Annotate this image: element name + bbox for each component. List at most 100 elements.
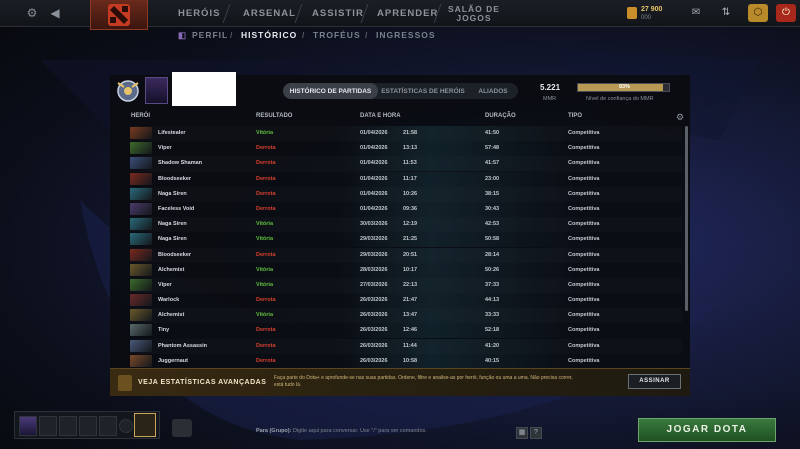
party-slot[interactable]	[99, 416, 117, 436]
mail-icon[interactable]: ✉	[686, 4, 706, 22]
table-row[interactable]: Tiny Derrota 26/03/2026 12:46 52:18 Competiti…	[130, 323, 682, 339]
party-slot-self[interactable]	[19, 416, 37, 436]
subnav-trophies[interactable]: TROFÉUS	[313, 30, 361, 40]
inventory-icon[interactable]: ⇅	[716, 4, 736, 22]
nav-learn-label: APRENDER	[377, 8, 439, 19]
table-row[interactable]: Bloodseeker Derrota 01/04/2026 11:17 23:00 Co…	[130, 171, 682, 187]
match-time: 11:53	[403, 160, 417, 167]
hero-name: Viper	[158, 145, 172, 152]
hero-name: Juggernaut	[158, 357, 188, 364]
table-row[interactable]: Bloodseeker Derrota 29/03/2026 20:51 28:14 Co…	[130, 247, 682, 263]
match-type: Competitiva	[568, 266, 600, 273]
hero-name: Alchemist	[158, 266, 185, 273]
nav-arcade[interactable]: SALÃO DE JOGOS	[448, 0, 500, 27]
tab-hero-stats[interactable]: ESTATÍSTICAS DE HERÓIS	[378, 83, 468, 99]
hero-name: Naga Siren	[158, 190, 187, 197]
nav-watch[interactable]: ASSISTIR	[312, 0, 364, 27]
match-type: Competitiva	[568, 160, 600, 167]
table-row[interactable]: Warlock Derrota 26/03/2026 21:47 44:13 Compet…	[130, 293, 682, 309]
column-header-type[interactable]: TIPO	[568, 113, 582, 119]
match-duration: 44:13	[485, 297, 500, 304]
match-date: 01/04/2026	[360, 205, 388, 212]
nav-heroes[interactable]: HERÓIS	[178, 0, 220, 27]
table-row[interactable]: Alchemist Vitória 26/03/2026 13:47 33:33 Comp…	[130, 308, 682, 324]
scrollbar[interactable]	[685, 126, 688, 311]
tab-match-history[interactable]: HISTÓRICO DE PARTIDAS	[283, 83, 378, 99]
gold-counter[interactable]: 27 900 000	[627, 4, 691, 24]
subnav-profile[interactable]: PERFIL	[192, 30, 228, 40]
hero-name: Tiny	[158, 327, 170, 334]
hero-portrait-icon	[130, 278, 152, 291]
subnav-divider: /	[365, 30, 369, 40]
chat-settings-icon[interactable]: ▦	[516, 427, 528, 439]
play-dota-button[interactable]: JOGAR DOTA	[638, 418, 776, 442]
match-type: Competitiva	[568, 251, 600, 258]
help-icon[interactable]: ?	[530, 427, 542, 439]
subnav-history[interactable]: HISTÓRICO	[241, 30, 297, 40]
match-duration: 38:15	[485, 190, 500, 197]
column-header-date[interactable]: DATA E HORA	[360, 113, 401, 119]
chat-input[interactable]: Para (Grupo): Digite aqui para conversar…	[256, 428, 427, 434]
match-date: 27/03/2026	[360, 281, 388, 288]
match-duration: 23:00	[485, 175, 500, 182]
table-row[interactable]: Juggernaut Derrota 26/03/2026 10:58 40:15 Com…	[130, 353, 682, 369]
column-header-hero[interactable]: HERÓI	[131, 113, 150, 119]
tab-allies[interactable]: ALIADOS	[468, 83, 518, 99]
match-type: Competitiva	[568, 327, 600, 334]
gear-icon[interactable]: ⚙	[676, 112, 684, 123]
match-duration: 57:48	[485, 145, 500, 152]
column-header-duration[interactable]: DURAÇÃO	[485, 113, 516, 119]
party-slot[interactable]	[59, 416, 77, 436]
chat-channels-icon[interactable]	[172, 419, 192, 437]
nav-arsenal[interactable]: ARSENAL	[243, 0, 296, 27]
table-row[interactable]: Naga Siren Vitória 29/03/2026 21:25 50:58 Com…	[130, 232, 682, 248]
subnav-tickets[interactable]: INGRESSOS	[376, 30, 436, 40]
party-invite-icon[interactable]	[119, 419, 133, 433]
gear-icon[interactable]: ⚙	[24, 0, 40, 27]
match-result: Vitória	[256, 312, 274, 319]
hero-portrait-icon	[130, 172, 152, 185]
table-row[interactable]: Naga Siren Derrota 01/04/2026 10:26 38:15 Com…	[130, 186, 682, 202]
mmr-value: 5.221	[540, 83, 561, 92]
match-type: Competitiva	[568, 190, 600, 197]
match-type: Competitiva	[568, 357, 600, 364]
match-type: Competitiva	[568, 236, 600, 243]
hero-name: Naga Siren	[158, 236, 187, 243]
power-icon[interactable]: ⏻	[776, 4, 796, 22]
banner-text: Faça parte do Dota+ e aprofunde-se nas s…	[274, 375, 573, 388]
party-slot[interactable]	[79, 416, 97, 436]
table-row[interactable]: Naga Siren Vitória 30/03/2026 12:19 42:53 Com…	[130, 217, 682, 233]
subnav-divider: /	[302, 30, 306, 40]
party-slot[interactable]	[39, 416, 57, 436]
table-row[interactable]: Phantom Assassin Derrota 26/03/2026 11:44 41…	[130, 338, 682, 354]
hero-portrait-icon	[130, 233, 152, 246]
match-type: Competitiva	[568, 312, 600, 319]
subscribe-button[interactable]: ASSINAR	[628, 374, 681, 389]
match-type: Competitiva	[568, 175, 600, 182]
chat-channel: Para (Grupo):	[256, 428, 292, 434]
match-date: 29/03/2026	[360, 251, 388, 258]
table-row[interactable]: Lifestealer Vitória 01/04/2026 21:58 41:50 Co…	[130, 126, 682, 141]
back-arrow-icon[interactable]: ◀	[48, 0, 62, 27]
match-type: Competitiva	[568, 342, 600, 349]
match-time: 10:58	[403, 357, 418, 364]
match-result: Derrota	[256, 297, 276, 304]
dota-logo[interactable]	[90, 0, 148, 30]
dota-plus-icon[interactable]: ⬡	[748, 4, 768, 22]
match-result: Derrota	[256, 190, 276, 197]
column-header-result[interactable]: RESULTADO	[256, 113, 292, 119]
match-result: Vitória	[256, 130, 274, 136]
player-avatar[interactable]	[145, 77, 168, 104]
table-row[interactable]: Viper Derrota 01/04/2026 13:13 57:48 Competit…	[130, 141, 682, 157]
hero-portrait-icon	[130, 157, 152, 170]
hero-name: Lifestealer	[158, 130, 186, 136]
match-duration: 41:50	[485, 130, 500, 136]
table-row[interactable]: Viper Vitória 27/03/2026 22:13 37:33 Competit…	[130, 277, 682, 293]
table-row[interactable]: Faceless Void Derrota 01/04/2026 09:36 30:43…	[130, 201, 682, 217]
table-row[interactable]: Alchemist Vitória 28/03/2026 10:17 50:26 Comp…	[130, 262, 682, 278]
party-settings-button[interactable]	[134, 413, 156, 437]
table-row[interactable]: Shadow Shaman Derrota 01/04/2026 11:53 41:57…	[130, 156, 682, 172]
match-result: Derrota	[256, 251, 276, 258]
nav-learn[interactable]: APRENDER	[377, 0, 438, 27]
match-result: Vitória	[256, 236, 274, 243]
